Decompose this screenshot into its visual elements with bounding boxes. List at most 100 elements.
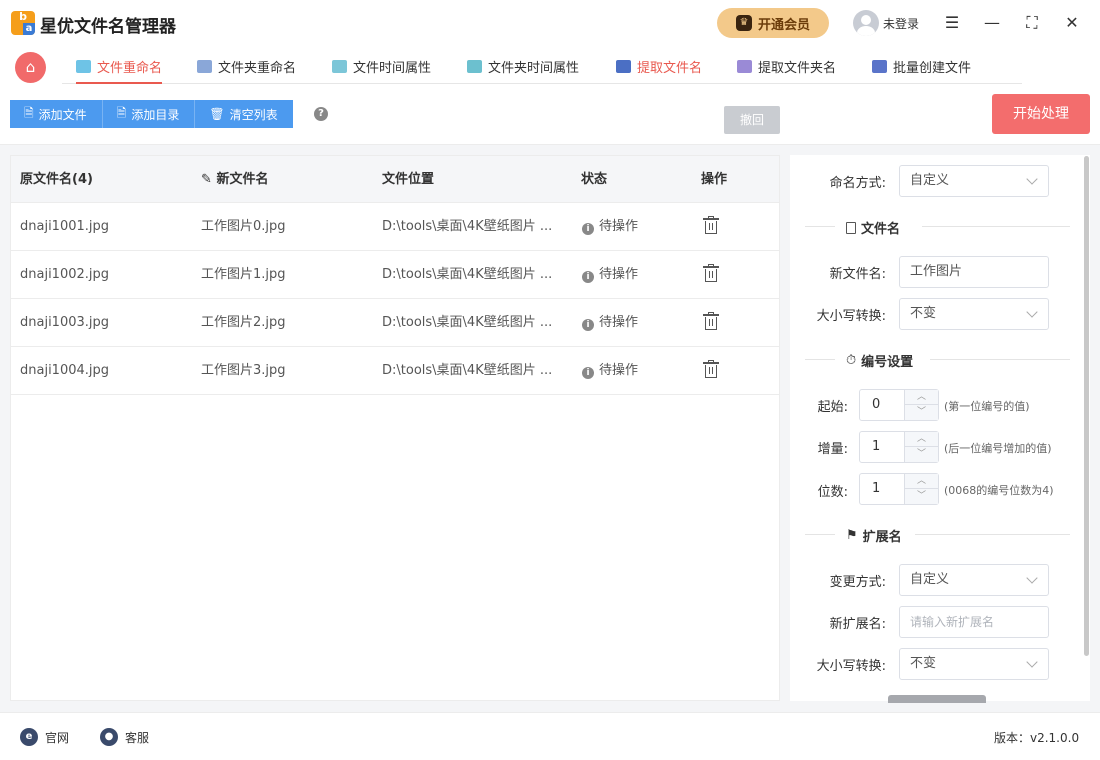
tab-folder-time[interactable]: 文件夹时间属性 (467, 50, 579, 83)
vip-button[interactable]: ♛ 开通会员 (717, 8, 829, 38)
website-link[interactable]: e 官网 (20, 728, 69, 746)
delete-row-icon[interactable] (703, 312, 719, 330)
ext-mode-select[interactable]: 自定义 (899, 564, 1049, 596)
section-extension-title: 扩展名 (862, 530, 902, 545)
start-processing-button[interactable]: 开始处理 (992, 94, 1090, 134)
table-row[interactable]: dnaji1002.jpg 工作图片1.jpg D:\tools\桌面\4K壁纸… (11, 251, 779, 299)
table-row[interactable]: dnaji1003.jpg 工作图片2.jpg D:\tools\桌面\4K壁纸… (11, 299, 779, 347)
file-rename-icon (76, 60, 91, 73)
tab-label: 文件夹时间属性 (488, 61, 580, 76)
help-icon[interactable]: ? (314, 107, 328, 121)
col-location[interactable]: 文件位置 (382, 156, 434, 203)
case-select[interactable]: 不变 (899, 298, 1049, 330)
new-ext-input[interactable]: 请输入新扩展名 (899, 606, 1049, 638)
section-extension: ⚑ 扩展名 (846, 526, 902, 545)
app-title: 星优文件名管理器 (40, 17, 176, 37)
status: i 待操作 (582, 299, 638, 346)
table-header: 原文件名(4) ✎ 新文件名 文件位置 状态 操作 (11, 156, 779, 203)
digits-stepper[interactable]: 1 ︿ ﹀ (859, 473, 939, 505)
digits-label: 位数: (817, 485, 848, 500)
chevron-down-icon (1026, 572, 1038, 584)
add-directory-button[interactable]: 🗎 添加目录 (102, 100, 196, 128)
decrement-icon[interactable]: ﹀ (905, 405, 938, 420)
tab-batch-create[interactable]: 批量创建文件 (872, 50, 971, 83)
close-icon[interactable]: ✕ (1061, 12, 1083, 34)
tab-label: 批量创建文件 (893, 61, 972, 76)
home-button[interactable]: ⌂ (15, 52, 46, 83)
minimize-icon[interactable]: — (981, 12, 1003, 34)
extract-filename-icon (616, 60, 631, 73)
table-row[interactable]: dnaji1004.jpg 工作图片3.jpg D:\tools\桌面\4K壁纸… (11, 347, 779, 395)
toolbar: 🗎 添加文件 🗎 添加目录 🗑 清空列表 (10, 100, 293, 128)
tab-label: 提取文件名 (637, 61, 703, 76)
info-icon: i (582, 367, 594, 379)
delete-row-icon[interactable] (703, 360, 719, 378)
clear-list-label: 清空列表 (229, 107, 278, 122)
folder-time-icon (467, 60, 482, 73)
decrement-icon[interactable]: ﹀ (905, 489, 938, 504)
status: i 待操作 (582, 203, 638, 250)
section-filename-title: 文件名 (861, 222, 901, 237)
tab-folder-rename[interactable]: 文件夹重命名 (197, 50, 296, 83)
delete-row-icon[interactable] (703, 216, 719, 234)
start-stepper[interactable]: 0 ︿ ﹀ (859, 389, 939, 421)
add-file-label: 添加文件 (38, 107, 87, 122)
start-hint: (第一位编号的值) (944, 400, 1030, 413)
tab-file-time[interactable]: 文件时间属性 (332, 50, 431, 83)
divider (805, 226, 835, 227)
step-stepper[interactable]: 1 ︿ ﹀ (859, 431, 939, 463)
app-window: ba 星优文件名管理器 ♛ 开通会员 未登录 ☰ — ⛶ ✕ ⌂ 文件重命名 文… (0, 0, 1100, 760)
flag-icon: ⚑ (846, 528, 858, 543)
file-time-icon (332, 60, 347, 73)
status-text: 待操作 (599, 363, 639, 378)
increment-icon[interactable]: ︿ (905, 474, 938, 489)
col-new-name[interactable]: ✎ 新文件名 (201, 156, 268, 203)
ext-case-label: 大小写转换: (816, 659, 886, 674)
divider (930, 359, 1070, 360)
info-icon: i (582, 223, 594, 235)
delete-row-icon[interactable] (703, 264, 719, 282)
col-status[interactable]: 状态 (581, 156, 607, 203)
customer-service-link[interactable]: ● 客服 (100, 728, 149, 746)
original-name: dnaji1003.jpg (20, 315, 110, 330)
ext-mode-label: 变更方式: (829, 575, 886, 590)
panel-scrollbar[interactable] (1084, 156, 1089, 656)
file-icon: 🗎 (24, 105, 34, 120)
ie-icon: e (20, 728, 38, 746)
col-original-name[interactable]: 原文件名(4) (20, 156, 93, 203)
increment-icon[interactable]: ︿ (905, 390, 938, 405)
add-file-button[interactable]: 🗎 添加文件 (10, 100, 103, 128)
panel-button-partial[interactable] (888, 695, 986, 703)
step-value: 1 (872, 439, 881, 454)
divider (805, 534, 835, 535)
new-ext-label: 新扩展名: (829, 617, 886, 632)
tab-file-rename[interactable]: 文件重命名 (76, 50, 163, 84)
original-name: dnaji1001.jpg (20, 219, 110, 234)
clear-list-button[interactable]: 🗑 清空列表 (195, 100, 293, 128)
new-name-input[interactable]: 工作图片 (899, 256, 1049, 288)
tab-extract-filename[interactable]: 提取文件名 (616, 50, 702, 83)
file-location: D:\tools\桌面\4K壁纸图片 ... (382, 219, 553, 234)
info-icon: i (582, 319, 594, 331)
table-row[interactable]: dnaji1001.jpg 工作图片0.jpg D:\tools\桌面\4K壁纸… (11, 203, 779, 251)
tab-extract-foldername[interactable]: 提取文件夹名 (737, 50, 836, 83)
info-icon: i (582, 271, 594, 283)
trash-icon: 🗑 (209, 107, 225, 121)
undo-button[interactable]: 撤回 (724, 106, 780, 134)
decrement-icon[interactable]: ﹀ (905, 447, 938, 462)
login-status[interactable]: 未登录 (883, 15, 919, 32)
new-name: 工作图片2.jpg (201, 315, 286, 330)
clock-icon: ⏱ (846, 353, 857, 368)
ext-case-select[interactable]: 不变 (899, 648, 1049, 680)
website-label: 官网 (45, 730, 70, 745)
folder-file-icon: 🗎 (116, 105, 127, 120)
new-name: 工作图片3.jpg (201, 363, 286, 378)
avatar[interactable] (853, 10, 879, 36)
maximize-icon[interactable]: ⛶ (1021, 12, 1043, 34)
increment-icon[interactable]: ︿ (905, 432, 938, 447)
document-icon (846, 221, 856, 234)
case-value: 不变 (910, 306, 937, 321)
settings-sliders-icon[interactable]: ☰ (941, 12, 963, 34)
naming-mode-select[interactable]: 自定义 (899, 165, 1049, 197)
new-name: 工作图片0.jpg (201, 219, 286, 234)
